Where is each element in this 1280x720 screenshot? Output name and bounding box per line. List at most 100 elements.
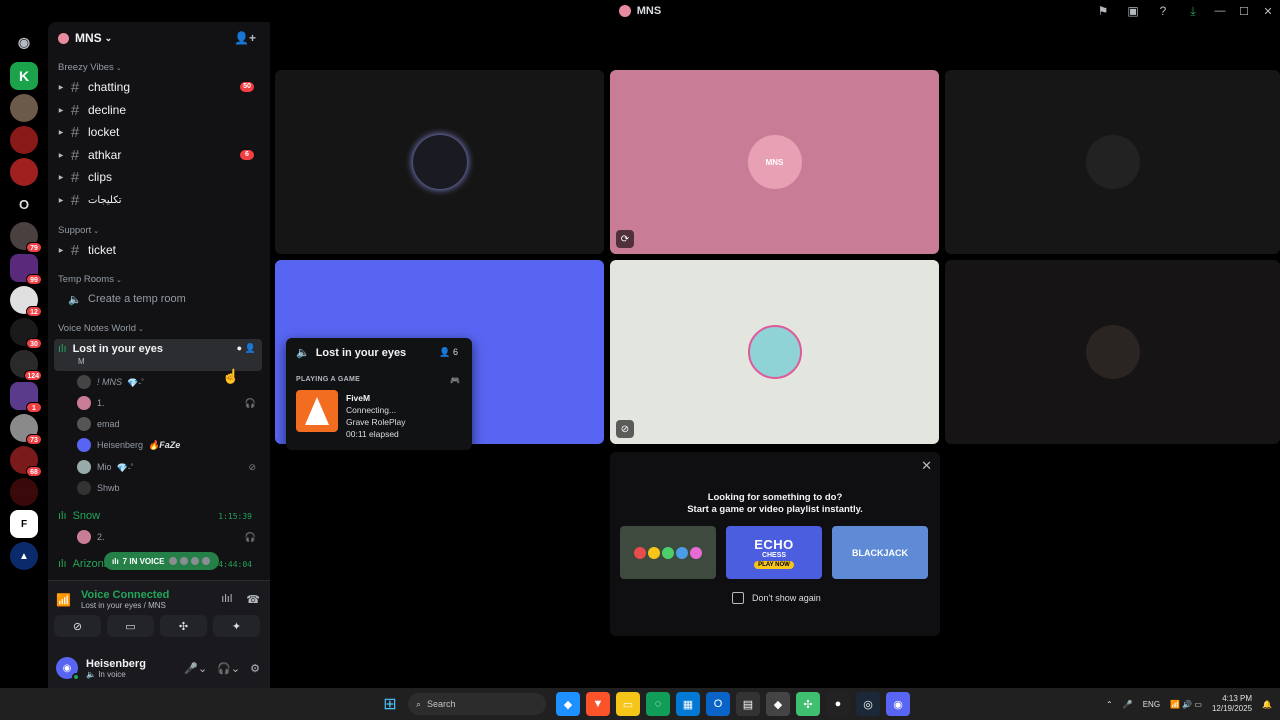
avatar-stack xyxy=(168,556,212,566)
user-name[interactable]: Heisenberg xyxy=(86,658,146,670)
voice-user[interactable]: Heisenberg 🔥FaZe xyxy=(77,436,262,454)
disconnect-icon[interactable]: ☎ xyxy=(246,593,260,606)
server-icon-15[interactable]: F xyxy=(10,510,38,538)
voice-channel-lost-in-your-eyes[interactable]: ılı Lost in your eyes M ● 👤 xyxy=(54,339,262,371)
category-support[interactable]: Support ⌄ xyxy=(58,225,99,236)
windows-start-icon[interactable]: ⊞ xyxy=(378,692,402,716)
server-icon-6[interactable]: 79 xyxy=(10,222,42,253)
user-avatar[interactable]: ◉ xyxy=(56,657,80,681)
voice-user[interactable]: Mio 💎-゜ ⊘ xyxy=(77,458,262,476)
server-icon-10[interactable]: 124 xyxy=(10,350,42,381)
channel-ticket[interactable]: ▶ # ticket xyxy=(56,240,262,260)
server-icon-14[interactable] xyxy=(10,478,38,506)
soundboard-button[interactable]: ✦ xyxy=(213,615,260,637)
channel-locket[interactable]: ▶ # locket xyxy=(56,122,262,142)
voice-status-subtitle[interactable]: Lost in your eyes / MNS xyxy=(81,601,169,610)
discord-home-icon[interactable]: ◉ xyxy=(10,28,38,56)
category-temp-rooms[interactable]: Temp Rooms ⌄ xyxy=(58,274,122,285)
category-voice-notes[interactable]: Voice Notes World ⌄ xyxy=(58,323,144,334)
server-icon-12[interactable]: 73 xyxy=(10,414,42,445)
server-icon-11[interactable]: 1 xyxy=(10,382,42,413)
channel-decline[interactable]: ▶ # decline xyxy=(56,100,262,120)
voice-channel-sub: M xyxy=(78,357,85,366)
deafened-icon: 🎧 xyxy=(244,397,256,408)
maximize-button[interactable]: ☐ xyxy=(1232,0,1256,22)
screen-share-button[interactable]: ▭ xyxy=(107,615,154,637)
voice-user[interactable]: 1. 🎧 xyxy=(77,394,262,412)
server-icon-2[interactable] xyxy=(10,94,38,122)
server-icon-3[interactable] xyxy=(10,126,38,154)
help-icon[interactable]: ? xyxy=(1148,0,1178,22)
microphone-icon[interactable]: 🎤 xyxy=(1123,700,1133,709)
signal-icon[interactable]: 📶 xyxy=(56,593,71,607)
app-icon[interactable]: ◆ xyxy=(766,692,790,716)
app-icon-green[interactable]: ✣ xyxy=(796,692,820,716)
close-window-button[interactable]: ✕ xyxy=(1256,0,1280,22)
headphones-icon[interactable]: 🎧⌄ xyxy=(217,662,240,675)
invite-people-icon[interactable]: 👤+ xyxy=(234,31,256,45)
channel-clips[interactable]: ▶ # clips xyxy=(56,167,262,187)
channel-chatting[interactable]: ▶ # chatting 50 xyxy=(56,77,262,97)
file-explorer-icon[interactable]: ▭ xyxy=(616,692,640,716)
clock[interactable]: 4:13 PM 12/19/2025 xyxy=(1212,694,1252,714)
taskbar-search[interactable]: ⌕ Search xyxy=(408,693,546,715)
copilot-icon[interactable]: ◆ xyxy=(556,692,580,716)
activity-card-blackjack[interactable]: BLACKJACK xyxy=(832,526,928,579)
channel-athkar[interactable]: ▶ # athkar 6 xyxy=(56,145,262,165)
server-header[interactable]: MNS ⌄ 👤+ xyxy=(48,22,270,54)
voice-user[interactable]: 2. 🎧 xyxy=(77,528,262,546)
monitor-icon[interactable]: ▣ xyxy=(1118,0,1148,22)
channel-arabic[interactable]: ▶ # تكليجات xyxy=(56,190,262,210)
microphone-icon[interactable]: 🎤⌄ xyxy=(184,662,207,675)
noise-suppression-icon[interactable]: ılıl xyxy=(221,593,232,606)
steam-icon[interactable]: ◎ xyxy=(856,692,880,716)
server-icon-o[interactable]: O xyxy=(10,190,38,218)
participant-tile[interactable] xyxy=(945,260,1280,444)
server-icon-7[interactable]: 99 xyxy=(10,254,42,285)
participant-tile[interactable]: ⊘ xyxy=(610,260,939,444)
chevron-up-icon[interactable]: ⌃ xyxy=(1106,700,1113,709)
activities-button[interactable]: ✣ xyxy=(160,615,207,637)
store-icon[interactable]: ▦ xyxy=(676,692,700,716)
app-icon-dark[interactable]: ● xyxy=(826,692,850,716)
close-icon[interactable]: ✕ xyxy=(921,458,932,474)
server-icon-8[interactable]: 12 xyxy=(10,286,42,317)
voice-channel-snow[interactable]: ılı Snow 1:15:39 xyxy=(54,506,262,526)
outlook-icon[interactable]: O xyxy=(706,692,730,716)
download-icon[interactable]: ⤓ xyxy=(1178,0,1208,22)
category-breezy[interactable]: Breezy Vibes ⌄ xyxy=(58,62,122,73)
server-icon-4[interactable] xyxy=(10,158,38,186)
participant-tile[interactable]: MNS ⟳ xyxy=(610,70,939,254)
dont-show-again-checkbox[interactable]: Don't show again xyxy=(732,592,821,604)
server-icon-13[interactable]: 68 xyxy=(10,446,42,477)
voice-user[interactable]: emad xyxy=(77,415,262,433)
camera-button[interactable]: ⊘ xyxy=(54,615,101,637)
hash-icon: # xyxy=(70,168,80,186)
chat-icon[interactable]: ● xyxy=(237,343,242,353)
voice-user[interactable]: Shwb xyxy=(77,479,262,497)
server-badge: 73 xyxy=(26,434,42,445)
terminal-icon[interactable]: ▤ xyxy=(736,692,760,716)
discord-icon[interactable]: ◉ xyxy=(886,692,910,716)
edge-icon[interactable]: ◌ xyxy=(646,692,670,716)
notifications-icon[interactable]: 🔔 xyxy=(1262,700,1272,709)
inbox-icon[interactable]: ⚑ xyxy=(1088,0,1118,22)
server-badge: 68 xyxy=(26,466,42,477)
network-icon[interactable]: 📶 🔊 ▭ xyxy=(1170,700,1202,709)
server-icon-16[interactable]: ▲ xyxy=(10,542,38,570)
brave-icon[interactable]: ▼ xyxy=(586,692,610,716)
server-icon-k[interactable]: K xyxy=(10,62,38,90)
gear-icon[interactable]: ⚙ xyxy=(250,662,260,675)
minimize-button[interactable]: — xyxy=(1208,0,1232,22)
participant-tile[interactable] xyxy=(275,70,604,254)
activity-card-balls[interactable] xyxy=(620,526,716,579)
server-icon-9[interactable]: 30 xyxy=(10,318,42,349)
call-timer: 54:44:04 xyxy=(213,559,252,569)
invite-icon[interactable]: 👤 xyxy=(245,343,256,354)
activity-card-echo-chess[interactable]: ECHO CHESS PLAY NOW xyxy=(726,526,822,579)
hash-icon: # xyxy=(70,123,80,141)
language-indicator[interactable]: ENG xyxy=(1143,700,1160,709)
channel-create-temp-room[interactable]: 🔈 Create a temp room xyxy=(56,289,262,309)
in-voice-badge[interactable]: ılı 7 IN VOICE xyxy=(104,552,220,570)
participant-tile[interactable] xyxy=(945,70,1280,254)
